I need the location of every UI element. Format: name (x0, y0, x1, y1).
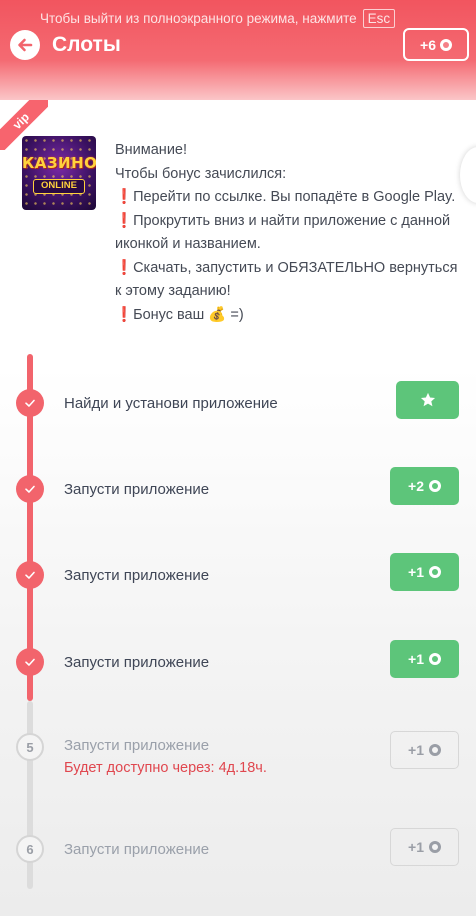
coin-icon (428, 653, 441, 665)
check-icon (25, 399, 35, 407)
instruction-3: ❗Скачать, запустить и ОБЯЗАТЕЛЬНО вернут… (115, 259, 458, 300)
step-2-reward-value: +2 (408, 478, 424, 494)
step-1-reward-button[interactable] (396, 381, 459, 419)
step-5-number-node: 5 (16, 733, 44, 761)
check-icon (25, 571, 35, 579)
step-1-check-node (16, 389, 44, 417)
esc-key-label: Esc (362, 9, 396, 28)
instruction-2: ❗Прокрутить вниз и найти приложение с да… (115, 212, 451, 253)
step-5-countdown: Будет доступно через: 4д.18ч. (64, 760, 267, 776)
icon-sparkles (22, 136, 96, 210)
coin-icon (428, 744, 441, 756)
coin-icon (428, 566, 441, 578)
step-1-title: Найди и установи приложение (64, 395, 278, 412)
step-6-reward-button[interactable]: +1 (390, 828, 459, 866)
points-value: +6 (420, 36, 436, 53)
app-icon-subtitle: ONLINE (33, 179, 85, 194)
fullscreen-hint: Чтобы выйти из полноэкранного режима, на… (40, 9, 396, 28)
exclamation-icon: ❗ (115, 189, 134, 205)
points-balance[interactable]: +6 (403, 28, 469, 61)
attention-text: Внимание! (115, 142, 188, 158)
step-4-check-node (16, 648, 44, 676)
exclamation-icon: ❗ (115, 212, 134, 229)
back-button[interactable] (10, 30, 40, 60)
check-icon (25, 485, 35, 493)
step-2-reward-button[interactable]: +2 (390, 467, 459, 505)
app-icon-title: КАЗИНО (22, 154, 96, 172)
fullscreen-hint-text: Чтобы выйти из полноэкранного режима, на… (40, 11, 357, 26)
instruction-4: ❗Бонус ваш 💰 =) (115, 306, 244, 323)
coin-icon (428, 480, 441, 492)
coin-icon (428, 841, 441, 853)
task-description: Внимание! Чтобы бонус зачислился: ❗Перей… (115, 139, 465, 327)
casino-app-icon: КАЗИНО ONLINE (22, 136, 96, 210)
step-6-title: Запусти приложение (64, 841, 210, 858)
header-bar: Чтобы выйти из полноэкранного режима, на… (0, 0, 476, 100)
step-4-reward-button[interactable]: +1 (390, 640, 459, 678)
step-5-reward-button[interactable]: +1 (390, 731, 459, 769)
exclamation-icon: ❗ (115, 306, 134, 323)
coin-icon (439, 38, 452, 51)
step-4-reward-value: +1 (408, 651, 424, 667)
instruction-1: ❗Перейти по ссылке. Вы попадёте в Google… (115, 189, 456, 205)
step-4-title: Запусти приложение (64, 654, 210, 671)
step-5-title: Запусти приложение (64, 737, 210, 754)
page-title: Слоты (52, 33, 121, 56)
step-6-number-node: 6 (16, 835, 44, 863)
step-5-reward-value: +1 (408, 742, 424, 758)
step-3-reward-value: +1 (408, 564, 424, 580)
step-3-check-node (16, 561, 44, 589)
step-3-reward-button[interactable]: +1 (390, 553, 459, 591)
check-icon (25, 658, 35, 666)
intro-text: Чтобы бонус зачислился: (115, 165, 287, 182)
step-6-reward-value: +1 (408, 839, 424, 855)
step-2-title: Запусти приложение (64, 481, 210, 498)
star-icon (420, 392, 435, 407)
step-2-check-node (16, 475, 44, 503)
arrow-left-icon (18, 38, 33, 52)
step-3-title: Запусти приложение (64, 567, 210, 584)
exclamation-icon: ❗ (115, 259, 134, 276)
